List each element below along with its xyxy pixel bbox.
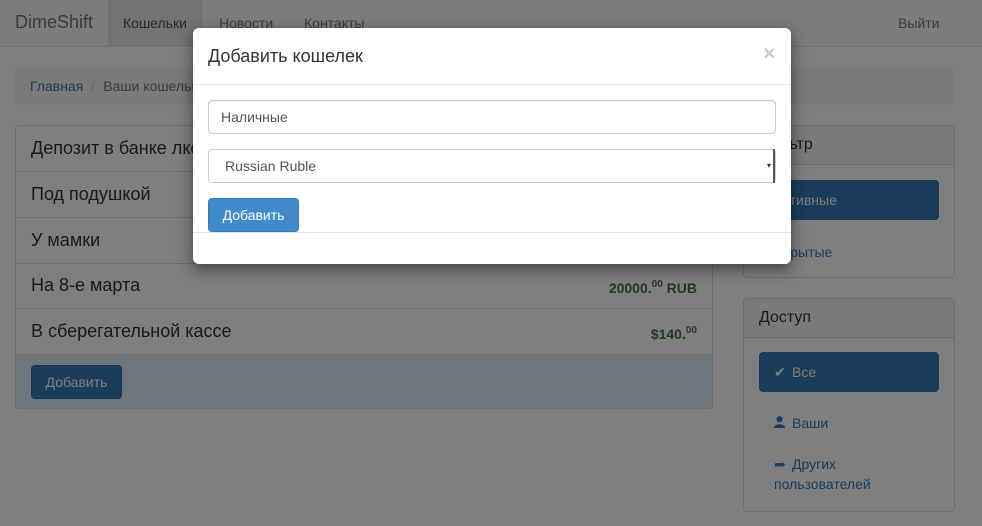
add-wallet-modal: Добавить кошелек × Russian Ruble ▾ Добав… [193,28,791,264]
modal-add-button[interactable]: Добавить [208,198,299,232]
wallet-name-input[interactable] [208,100,776,134]
currency-select-value: Russian Ruble [225,158,317,174]
modal-title: Добавить кошелек [208,46,363,66]
modal-header: Добавить кошелек × [193,28,791,85]
currency-select[interactable]: Russian Ruble ▾ [208,149,776,183]
dropdown-caret-icon: ▾ [765,149,775,183]
close-icon[interactable]: × [763,42,775,66]
modal-footer-divider [193,232,791,233]
